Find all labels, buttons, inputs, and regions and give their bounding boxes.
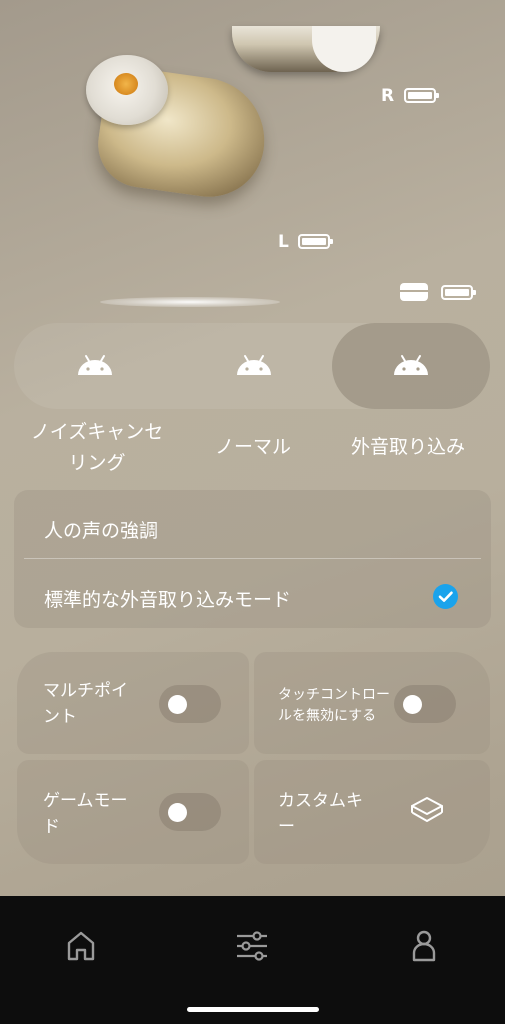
multipoint-label-line2: ント: [43, 707, 77, 727]
selected-check-icon: [433, 584, 458, 609]
right-battery-icon: [404, 88, 439, 103]
mode-label: 外音取り込み: [350, 436, 465, 458]
mode-label-line2: リング: [68, 452, 126, 474]
custom-key-label-line2: ー: [278, 817, 295, 837]
multipoint-toggle[interactable]: [159, 685, 221, 723]
home-indicator[interactable]: [187, 1007, 319, 1012]
game-mode-label-line1: ゲームモー: [43, 791, 128, 811]
light-glow: [100, 297, 280, 307]
android-icon: [78, 355, 112, 375]
ear-tip-graphic: [86, 55, 168, 125]
left-battery-icon: [298, 234, 333, 249]
profile-icon[interactable]: [411, 929, 437, 963]
case-battery-icon: [441, 285, 476, 300]
equalizer-icon[interactable]: [235, 930, 269, 962]
layers-icon: [411, 797, 443, 822]
left-earbud-label: L: [278, 232, 289, 252]
game-mode-label-line2: ド: [43, 817, 60, 837]
right-earbud-graphic: [232, 26, 380, 72]
touch-control-label-line1: タッチコントロー: [278, 687, 390, 703]
android-icon: [394, 355, 428, 375]
right-earbud-label: R: [381, 86, 395, 106]
option-voice-enhance[interactable]: 人の声の強調: [44, 516, 158, 543]
touch-control-toggle[interactable]: [394, 685, 456, 723]
custom-key-label-line1: カスタムキ: [278, 791, 363, 811]
mode-label-line1: ノイズキャンセ: [30, 421, 164, 443]
android-icon: [237, 355, 271, 375]
charging-case-icon: [400, 283, 428, 301]
divider: [24, 558, 481, 559]
multipoint-label-line1: マルチポイ: [43, 681, 128, 701]
mode-label: ノーマル: [214, 436, 291, 458]
game-mode-toggle[interactable]: [159, 793, 221, 831]
home-icon[interactable]: [66, 930, 96, 962]
touch-control-label-line2: ルを無効にする: [278, 708, 377, 724]
option-standard-ambient[interactable]: 標準的な外音取り込みモード: [44, 585, 291, 612]
